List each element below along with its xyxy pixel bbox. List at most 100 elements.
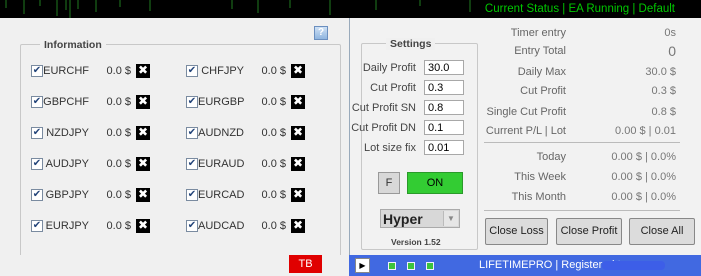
pair-profit-value: 0.0 $	[106, 127, 131, 139]
stat-value: 0.3 $	[651, 85, 676, 97]
stat-label: Timer entry	[510, 27, 566, 39]
stat-label: Entry Total	[514, 45, 566, 57]
stat-value: 0	[668, 43, 676, 59]
stat-row: This Month 0.00 $ | 0.0%	[484, 191, 676, 205]
status-indicator	[407, 262, 415, 270]
close-profit-button[interactable]: Close Profit	[556, 218, 622, 245]
pair-row: ✔ GBPJPY 0.0 $ ✖	[31, 187, 150, 203]
close-icon[interactable]: ✖	[136, 126, 150, 140]
pair-checkbox[interactable]: ✔	[31, 220, 43, 232]
stat-value: 0.00 $ | 0.01	[615, 125, 676, 137]
setting-label: Cut Profit DN	[351, 122, 416, 134]
pair-checkbox[interactable]: ✔	[186, 65, 198, 77]
close-icon[interactable]: ✖	[291, 95, 305, 109]
pair-row: ✔ CHFJPY 0.0 $ ✖	[186, 63, 305, 79]
status-indicator	[388, 262, 396, 270]
pair-row: ✔ EURGBP 0.0 $ ✖	[186, 94, 305, 110]
stats-divider	[484, 142, 680, 143]
stat-label: Single Cut Profit	[486, 106, 566, 118]
pair-row: ✔ EURJPY 0.0 $ ✖	[31, 218, 150, 234]
pair-checkbox[interactable]: ✔	[186, 189, 198, 201]
stat-label: Cut Profit	[520, 85, 566, 97]
setting-row: Daily Profit	[350, 60, 464, 76]
chevron-down-icon[interactable]: ▼	[443, 211, 458, 226]
setting-label: Lot size fix	[364, 142, 416, 154]
redacted-name	[602, 261, 665, 270]
pair-profit-value: 0.0 $	[106, 189, 131, 201]
f-button[interactable]: F	[378, 172, 400, 194]
stat-value: 0.00 $ | 0.0%	[611, 191, 676, 203]
pair-checkbox[interactable]: ✔	[31, 189, 43, 201]
pair-checkbox[interactable]: ✔	[31, 158, 43, 170]
on-toggle-button[interactable]: ON	[407, 172, 463, 194]
mode-select[interactable]: Hyper ▼	[380, 209, 460, 228]
stat-row: Timer entry 0s	[484, 27, 676, 41]
close-icon[interactable]: ✖	[136, 188, 150, 202]
pair-row: ✔ AUDNZD 0.0 $ ✖	[186, 125, 305, 141]
pair-checkbox[interactable]: ✔	[186, 158, 198, 170]
close-icon[interactable]: ✖	[136, 219, 150, 233]
pair-checkbox[interactable]: ✔	[186, 127, 198, 139]
setting-label: Daily Profit	[362, 62, 416, 74]
stat-row: Cut Profit 0.3 $	[484, 85, 676, 99]
setting-input[interactable]	[424, 140, 464, 155]
pair-symbol: EURCHF	[43, 65, 89, 77]
ea-status-text: Current Status | EA Running | Default	[484, 3, 675, 15]
pair-checkbox[interactable]: ✔	[186, 220, 198, 232]
help-icon[interactable]: ?	[314, 26, 328, 40]
pair-row: ✔ AUDCAD 0.0 $ ✖	[186, 218, 305, 234]
pair-row: ✔ GBPCHF 0.0 $ ✖	[31, 94, 150, 110]
setting-input[interactable]	[424, 100, 464, 115]
stat-label: Today	[536, 151, 566, 163]
close-icon[interactable]: ✖	[136, 95, 150, 109]
pair-symbol: NZDJPY	[46, 127, 89, 139]
pair-checkbox[interactable]: ✔	[31, 127, 43, 139]
stat-value: 0.00 $ | 0.0%	[611, 171, 676, 183]
stat-value: 30.0 $	[645, 66, 676, 78]
setting-input[interactable]	[424, 80, 464, 95]
setting-input[interactable]	[424, 60, 464, 75]
pair-symbol: EURGBP	[198, 96, 245, 108]
close-loss-button[interactable]: Close Loss	[485, 218, 548, 245]
pair-symbol: AUDJPY	[45, 158, 89, 170]
ea-dashboard-panel: ? Information ✔ EURCHF 0.0 $ ✖ ✔ GBPCHF 0.0 $ ✖…	[0, 18, 701, 276]
setting-row: Cut Profit DN	[350, 120, 464, 136]
information-title: Information	[40, 39, 106, 51]
stat-value: 0s	[664, 27, 676, 39]
stat-value: 0.00 $ | 0.0%	[611, 151, 676, 163]
settings-panel: Settings Daily ProfitCut ProfitCut Profi…	[349, 18, 701, 255]
close-icon[interactable]: ✖	[291, 157, 305, 171]
close-all-button[interactable]: Close All	[629, 218, 695, 245]
pair-checkbox[interactable]: ✔	[186, 96, 198, 108]
pair-checkbox[interactable]: ✔	[31, 65, 43, 77]
pair-symbol: AUDNZD	[198, 127, 244, 139]
pair-profit-value: 0.0 $	[261, 96, 286, 108]
close-icon[interactable]: ✖	[291, 219, 305, 233]
close-icon[interactable]: ✖	[291, 188, 305, 202]
stat-label: Daily Max	[517, 66, 566, 78]
close-icon[interactable]: ✖	[291, 126, 305, 140]
setting-row: Cut Profit SN	[350, 100, 464, 116]
stat-row: Entry Total 0	[484, 43, 676, 59]
setting-label: Cut Profit SN	[351, 102, 416, 114]
close-icon[interactable]: ✖	[291, 64, 305, 78]
bottom-bar: TB ▶ LIFETIMEPRO | Registered to	[0, 255, 701, 276]
pair-checkbox[interactable]: ✔	[31, 96, 43, 108]
setting-row: Lot size fix	[350, 140, 464, 156]
close-icon[interactable]: ✖	[136, 157, 150, 171]
setting-input[interactable]	[424, 120, 464, 135]
settings-title: Settings	[386, 38, 436, 50]
pair-profit-value: 0.0 $	[106, 96, 131, 108]
status-indicator	[426, 262, 434, 270]
pair-symbol: EURJPY	[45, 220, 89, 232]
pair-profit-value: 0.0 $	[261, 127, 286, 139]
play-icon[interactable]: ▶	[355, 258, 370, 273]
pair-profit-value: 0.0 $	[106, 65, 131, 77]
stat-label: This Week	[514, 171, 566, 183]
tb-button[interactable]: TB	[289, 255, 322, 273]
close-icon[interactable]: ✖	[136, 64, 150, 78]
version-label: Version 1.52	[391, 237, 441, 247]
pair-profit-value: 0.0 $	[106, 158, 131, 170]
pair-row: ✔ EURCAD 0.0 $ ✖	[186, 187, 305, 203]
pair-symbol: GBPJPY	[45, 189, 89, 201]
